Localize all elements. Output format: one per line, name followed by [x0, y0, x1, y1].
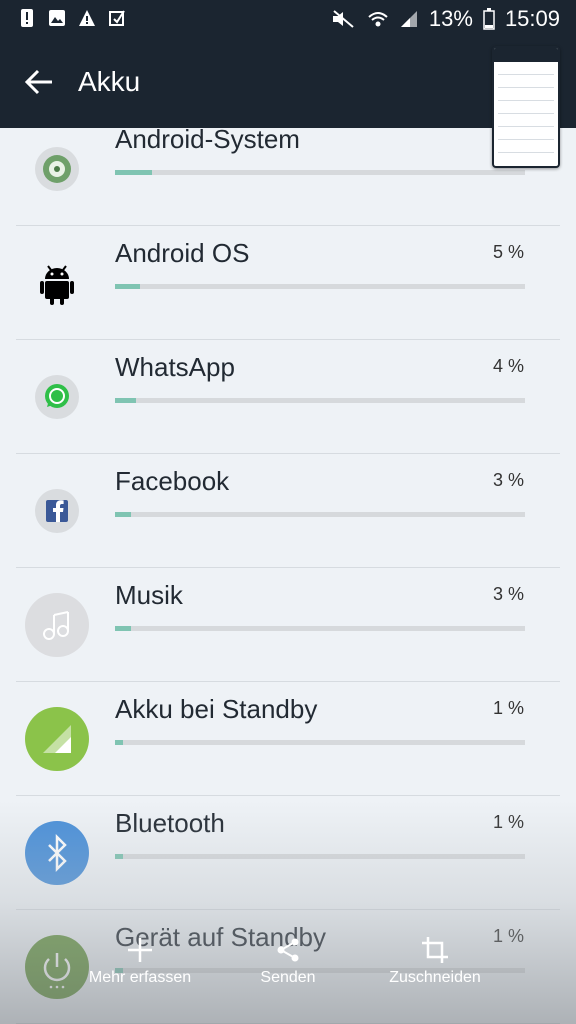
app-name: Musik: [115, 580, 183, 610]
facebook-icon: [25, 479, 89, 543]
usage-percent: 3 %: [492, 584, 524, 604]
signal-icon: [400, 11, 417, 27]
app-row[interactable]: WhatsApp 4 %: [0, 340, 576, 454]
action-label: Senden: [260, 969, 316, 986]
app-row[interactable]: Android-System: [0, 112, 576, 226]
notification-icons: [18, 8, 126, 28]
plus-icon: [80, 935, 200, 965]
whatsapp-icon: [25, 365, 89, 429]
usage-percent: 5 %: [492, 242, 524, 262]
usage-bar-fill: [115, 284, 140, 289]
clock: 15:09: [504, 6, 560, 31]
alert-icon: [21, 9, 33, 27]
status-indicators: 13% 15:09: [331, 6, 560, 32]
usage-bar: [115, 512, 525, 517]
battery-icon: [483, 8, 495, 30]
usage-percent: 3 %: [492, 470, 524, 490]
share-icon: [228, 935, 348, 965]
app-name: Facebook: [115, 466, 230, 496]
wifi-icon: [368, 12, 388, 27]
usage-bar: [115, 170, 525, 175]
app-name: WhatsApp: [115, 352, 235, 382]
android-robot-icon: [25, 251, 89, 315]
crop-icon: [375, 935, 495, 965]
usage-bar-fill: [115, 512, 131, 517]
standby-signal-icon: [25, 707, 89, 771]
usage-bar: [115, 284, 525, 289]
usage-percent: 1 %: [492, 812, 524, 832]
app-name: Akku bei Standby: [115, 694, 318, 724]
usage-bar: [115, 398, 525, 403]
nfc-icon: [109, 10, 125, 26]
app-row[interactable]: Bluetooth 1 %: [0, 796, 576, 910]
app-name: Android OS: [115, 238, 250, 268]
mute-icon: [332, 10, 354, 28]
screenshot-thumbnail[interactable]: [492, 46, 560, 168]
music-icon: [25, 593, 89, 657]
usage-bar-fill: [115, 626, 131, 631]
android-system-icon: [25, 137, 89, 201]
app-name: Bluetooth: [115, 808, 225, 838]
bluetooth-icon: [25, 821, 89, 885]
image-icon: [49, 10, 65, 26]
battery-percent: 13%: [428, 6, 473, 31]
app-row[interactable]: Android OS 5 %: [0, 226, 576, 340]
usage-bar-fill: [115, 398, 136, 403]
usage-bar-fill: [115, 854, 123, 859]
plus-action-button[interactable]: Mehr erfassen: [80, 935, 200, 987]
page-title: Akku: [78, 66, 141, 97]
app-row[interactable]: Facebook 3 %: [0, 454, 576, 568]
action-label: Mehr erfassen: [88, 969, 192, 986]
app-row[interactable]: Akku bei Standby 1 %: [0, 682, 576, 796]
usage-percent: 1 %: [492, 926, 524, 946]
status-bar: 13% 15:09: [0, 0, 576, 40]
usage-bar-fill: [115, 170, 152, 175]
app-name: Android-System: [115, 124, 300, 154]
warning-icon: [79, 10, 95, 26]
action-label: Zuschneiden: [389, 969, 481, 986]
usage-bar: [115, 740, 525, 745]
share-action-button[interactable]: Senden: [228, 935, 348, 987]
app-row[interactable]: Musik 3 %: [0, 568, 576, 682]
usage-bar-fill: [115, 740, 123, 745]
crop-action-button[interactable]: Zuschneiden: [375, 935, 495, 987]
usage-percent: 1 %: [492, 698, 524, 718]
usage-percent: 4 %: [492, 356, 524, 376]
back-arrow-icon[interactable]: [22, 64, 58, 100]
usage-bar: [115, 854, 525, 859]
usage-bar: [115, 626, 525, 631]
